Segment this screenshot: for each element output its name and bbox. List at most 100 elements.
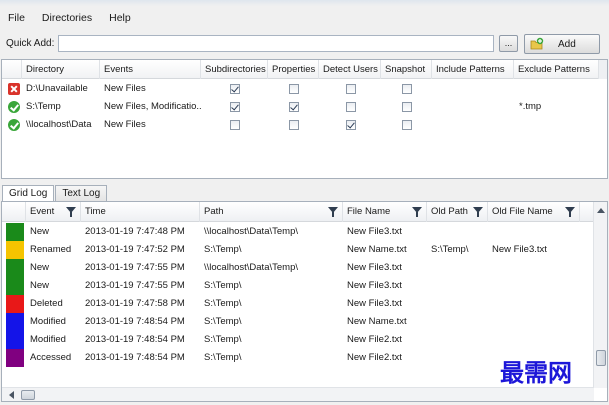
filter-icon[interactable]: [565, 207, 575, 217]
detect-users-checkbox[interactable]: [346, 84, 356, 94]
event-color-swatch: [6, 349, 24, 367]
table-row[interactable]: New 2013-01-19 7:47:55 PM \\localhost\Data…: [2, 259, 592, 277]
grid-log-header: Event Time Path File Name Old Path Old F…: [2, 202, 607, 222]
directory-row[interactable]: S:\Temp New Files, Modificatio... *.tmp: [2, 98, 607, 116]
error-icon: [8, 83, 20, 95]
table-row[interactable]: Modified 2013-01-19 7:48:54 PM S:\Temp\ New…: [2, 313, 592, 331]
file-name-cell: New File3.txt: [347, 262, 402, 273]
path-cell: S:\Temp\: [204, 352, 242, 363]
watermark-text: 最需网: [500, 358, 572, 387]
header-filler: [599, 60, 607, 79]
scroll-up-icon[interactable]: [597, 208, 605, 213]
event-cell: New: [30, 280, 50, 291]
old-file-name-cell: [492, 295, 580, 313]
include-patterns-cell: [434, 98, 514, 116]
header-detect-users[interactable]: Detect Users: [319, 60, 381, 79]
event-cell: Modified: [30, 334, 66, 345]
directory-cell: S:\Temp: [26, 101, 61, 112]
subdirectories-checkbox[interactable]: [230, 120, 240, 130]
time-cell: 2013-01-19 7:48:54 PM: [85, 352, 185, 363]
header-time[interactable]: Time: [81, 202, 200, 222]
event-color-swatch: [6, 331, 24, 349]
events-cell: New Files, Modificatio...: [104, 101, 201, 112]
tab-text-log[interactable]: Text Log: [55, 185, 108, 201]
menu-directories[interactable]: Directories: [33, 9, 100, 27]
time-cell: 2013-01-19 7:47:52 PM: [85, 244, 185, 255]
header-color: [2, 202, 26, 222]
old-file-name-cell: New File3.txt: [492, 244, 547, 255]
table-row[interactable]: New 2013-01-19 7:47:48 PM \\localhost\Data…: [2, 223, 592, 241]
tab-grid-log[interactable]: Grid Log: [2, 185, 55, 202]
quick-add-input[interactable]: [58, 35, 494, 52]
header-status: [2, 60, 22, 79]
detect-users-checkbox[interactable]: [346, 120, 356, 130]
properties-checkbox[interactable]: [289, 84, 299, 94]
header-snapshot[interactable]: Snapshot: [381, 60, 432, 79]
file-name-cell: New Name.txt: [347, 244, 407, 255]
header-properties[interactable]: Properties: [268, 60, 319, 79]
path-cell: S:\Temp\: [204, 244, 242, 255]
header-include-patterns[interactable]: Include Patterns: [432, 60, 514, 79]
header-old-file-name[interactable]: Old File Name: [488, 202, 580, 222]
subdirectories-checkbox[interactable]: [230, 102, 240, 112]
header-exclude-patterns[interactable]: Exclude Patterns: [514, 60, 599, 79]
exclude-patterns-cell: *.tmp: [519, 101, 542, 112]
table-row[interactable]: Modified 2013-01-19 7:48:54 PM S:\Temp\ New…: [2, 331, 592, 349]
file-name-cell: New File2.txt: [347, 334, 402, 345]
filter-icon[interactable]: [66, 207, 76, 217]
snapshot-checkbox[interactable]: [402, 120, 412, 130]
path-cell: S:\Temp\: [204, 334, 242, 345]
header-path[interactable]: Path: [200, 202, 343, 222]
path-cell: S:\Temp\: [204, 298, 242, 309]
event-cell: Accessed: [30, 352, 72, 363]
old-file-name-cell: [492, 259, 580, 277]
event-color-swatch: [6, 241, 24, 259]
menu-help[interactable]: Help: [100, 9, 139, 27]
include-patterns-cell: [434, 116, 514, 134]
header-events[interactable]: Events: [100, 60, 201, 79]
table-row[interactable]: Deleted 2013-01-19 7:47:58 PM S:\Temp\ New …: [2, 295, 592, 313]
snapshot-checkbox[interactable]: [402, 84, 412, 94]
header-event[interactable]: Event: [26, 202, 81, 222]
path-cell: S:\Temp\: [204, 316, 242, 327]
ok-check-icon: [8, 119, 20, 131]
directory-table: Directory Events Subdirectories Properti…: [1, 59, 608, 179]
events-cell: New Files: [104, 119, 146, 130]
header-old-file-name-label: Old File Name: [492, 206, 553, 217]
path-cell: S:\Temp\: [204, 280, 242, 291]
old-path-cell: S:\Temp\: [431, 244, 469, 255]
menu-file[interactable]: File: [0, 9, 33, 27]
detect-users-checkbox[interactable]: [346, 102, 356, 112]
directory-row[interactable]: D:\Unavailable New Files: [2, 80, 607, 98]
properties-checkbox[interactable]: [289, 102, 299, 112]
browse-button[interactable]: ...: [499, 35, 518, 52]
event-color-swatch: [6, 259, 24, 277]
header-file-name[interactable]: File Name: [343, 202, 427, 222]
filter-icon[interactable]: [473, 207, 483, 217]
old-path-cell: [431, 277, 488, 295]
properties-checkbox[interactable]: [289, 120, 299, 130]
old-path-cell: [431, 223, 488, 241]
directory-row[interactable]: \\localhost\Data New Files: [2, 116, 607, 134]
horizontal-scroll-thumb[interactable]: [21, 390, 35, 400]
snapshot-checkbox[interactable]: [402, 102, 412, 112]
event-cell: Deleted: [30, 298, 63, 309]
header-file-name-label: File Name: [347, 206, 391, 217]
header-subdirectories[interactable]: Subdirectories: [201, 60, 268, 79]
table-row[interactable]: New 2013-01-19 7:47:55 PM S:\Temp\ New File…: [2, 277, 592, 295]
filter-icon[interactable]: [412, 207, 422, 217]
scroll-left-icon[interactable]: [9, 391, 14, 399]
add-button[interactable]: Add: [524, 34, 600, 54]
event-color-swatch: [6, 223, 24, 241]
menu-bar: File Directories Help: [0, 9, 139, 27]
header-old-path[interactable]: Old Path: [427, 202, 488, 222]
exclude-patterns-cell: [517, 80, 597, 98]
header-old-path-label: Old Path: [431, 206, 468, 217]
table-row[interactable]: Renamed 2013-01-19 7:47:52 PM S:\Temp\ New …: [2, 241, 592, 259]
subdirectories-checkbox[interactable]: [230, 84, 240, 94]
filter-icon[interactable]: [328, 207, 338, 217]
event-cell: Modified: [30, 316, 66, 327]
header-directory[interactable]: Directory: [22, 60, 100, 79]
event-color-swatch: [6, 295, 24, 313]
add-folder-icon: [530, 37, 544, 51]
